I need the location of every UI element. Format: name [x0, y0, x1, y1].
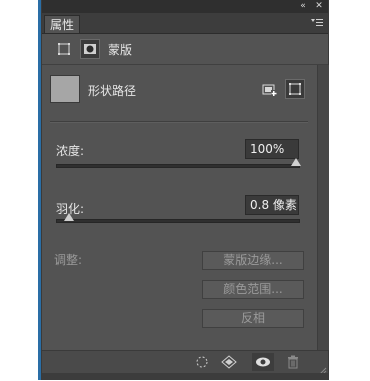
density-slider-thumb[interactable] — [291, 158, 301, 166]
shape-thumbnail — [50, 75, 80, 103]
panel-bottom-edge — [42, 373, 328, 380]
panel-bottom-bar — [42, 350, 328, 377]
add-mask-icon[interactable] — [262, 82, 278, 98]
feather-input[interactable]: 0.8 像素 — [245, 195, 299, 215]
pixel-mask-icon[interactable] — [80, 39, 100, 59]
divider — [50, 121, 308, 123]
color-range-button[interactable]: 颜色范围... — [202, 280, 304, 299]
trash-icon[interactable] — [285, 354, 301, 370]
adjust-label: 调整: — [54, 253, 83, 267]
density-input[interactable]: 100% — [245, 139, 299, 159]
properties-panel: « ✕ 属性 蒙版 形状路径 浓度: 100% 羽化: 0.8 像素 调整: 蒙… — [41, 0, 329, 380]
mask-edge-button[interactable]: 蒙版边缘... — [202, 251, 304, 270]
selection-from-mask-icon[interactable] — [194, 354, 210, 370]
visibility-eye-icon[interactable] — [252, 353, 274, 371]
panel-menu-icon[interactable] — [310, 17, 324, 29]
panel-titlebar: « ✕ — [42, 0, 328, 13]
mask-title: 蒙版 — [108, 43, 133, 57]
tab-properties[interactable]: 属性 — [44, 15, 80, 33]
panel-tabbar: 属性 — [42, 13, 328, 34]
shape-path-label: 形状路径 — [88, 84, 137, 98]
density-label: 浓度: — [56, 144, 85, 158]
resize-grip-icon[interactable] — [317, 362, 327, 377]
feather-slider[interactable] — [56, 213, 300, 223]
vector-mask-select-icon[interactable] — [285, 79, 305, 99]
vector-mask-icon[interactable] — [56, 41, 72, 57]
invert-button[interactable]: 反相 — [202, 309, 304, 328]
mask-type-row: 蒙版 — [42, 34, 328, 65]
apply-mask-icon[interactable] — [220, 354, 237, 370]
panel-scrollbar[interactable] — [317, 65, 329, 350]
properties-content: 形状路径 浓度: 100% 羽化: 0.8 像素 调整: 蒙版边缘... 颜色范… — [42, 65, 317, 350]
collapse-icon[interactable]: « — [296, 0, 310, 13]
density-slider[interactable] — [56, 158, 301, 168]
close-icon[interactable]: ✕ — [312, 0, 326, 13]
feather-slider-thumb[interactable] — [64, 213, 75, 221]
